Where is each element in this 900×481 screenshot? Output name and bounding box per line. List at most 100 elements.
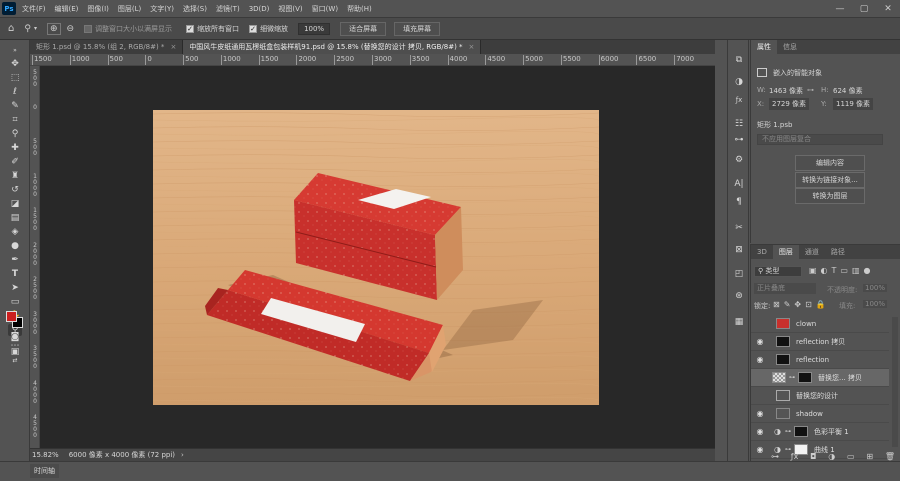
eye-icon[interactable]: ◉ <box>754 337 766 346</box>
character-icon[interactable]: A| <box>732 178 746 190</box>
color-icon[interactable]: ◑ <box>732 76 746 88</box>
fill-value[interactable]: 100% <box>863 300 888 308</box>
x-value[interactable]: 2729 像素 <box>769 98 810 110</box>
document-canvas[interactable] <box>153 110 599 405</box>
menu-edit[interactable]: 编辑(E) <box>55 4 79 14</box>
add-style-icon[interactable]: ƒx <box>791 452 799 461</box>
brush-tool-icon[interactable]: ✐ <box>8 156 22 168</box>
layer-row-color-balance[interactable]: ◉ ◑ ⊶ 色彩平衡 1 <box>751 423 889 441</box>
layer-row-reflection[interactable]: ◉ reflection <box>751 351 889 369</box>
fx-icon[interactable]: ƒx <box>732 94 746 106</box>
brush-preset-icon[interactable]: ⊠ <box>732 244 746 256</box>
menu-3d[interactable]: 3D(D) <box>249 5 270 13</box>
tab-3d[interactable]: 3D <box>751 245 773 259</box>
tools-preset-icon[interactable]: ✂ <box>732 222 746 234</box>
tab-document-1[interactable]: 矩形 1.psd @ 15.8% (组 2, RGB/8#) * × <box>30 40 184 54</box>
close-tab-icon[interactable]: × <box>469 43 475 51</box>
fill-screen-button[interactable]: 填充屏幕 <box>394 21 441 36</box>
quick-mask-icon[interactable]: ◙ <box>8 331 22 343</box>
move-tool-icon[interactable]: ✥ <box>8 58 22 70</box>
zoom-in-icon[interactable]: ⊕ <box>46 22 61 35</box>
tab-properties[interactable]: 属性 <box>751 40 777 54</box>
link-layers-icon[interactable]: ⊶ <box>771 452 779 461</box>
fit-screen-button[interactable]: 适合屏幕 <box>340 21 387 36</box>
paragraph-icon[interactable]: ¶ <box>732 196 746 208</box>
gradient-tool-icon[interactable]: ▤ <box>8 212 22 224</box>
history-icon[interactable]: ⧉ <box>732 54 746 66</box>
edit-contents-button[interactable]: 编辑内容 <box>795 155 865 171</box>
visibility-off-icon[interactable]: ◉ <box>754 391 766 400</box>
menu-filter[interactable]: 滤镜(T) <box>216 4 240 14</box>
zoom-all-checkbox[interactable]: ✓ <box>186 24 195 33</box>
add-mask-icon[interactable]: ◘ <box>810 452 816 461</box>
h-value[interactable]: 624 像素 <box>833 86 863 96</box>
eye-icon[interactable]: ◉ <box>754 445 766 454</box>
sliders-icon[interactable]: ⊶ <box>732 134 746 146</box>
opacity-value[interactable]: 100% <box>863 284 888 292</box>
marquee-tool-icon[interactable]: ⬚ <box>8 72 22 84</box>
minimize-icon[interactable]: — <box>828 0 852 17</box>
close-window-icon[interactable]: ✕ <box>876 0 900 17</box>
new-group-icon[interactable]: ▭ <box>847 452 855 461</box>
blend-mode-select[interactable]: 正片叠底 <box>754 283 816 294</box>
glyph-icon[interactable]: ⊛ <box>732 290 746 302</box>
layer-row-clown[interactable]: ◉ clown <box>751 315 889 333</box>
layer-filter-icons[interactable]: ▣◐T▭▥● <box>809 266 893 277</box>
layer-row-replace-design[interactable]: ◉ 替换您的设计 <box>751 387 889 405</box>
swatches-icon[interactable]: ▦ <box>732 316 746 328</box>
tab-info[interactable]: 信息 <box>777 40 803 54</box>
menu-file[interactable]: 文件(F) <box>22 4 46 14</box>
dodge-tool-icon[interactable]: ● <box>8 240 22 252</box>
layer-row-replace-copy[interactable]: ◉ ⊶ 替换您... 拷贝 <box>751 369 889 387</box>
crop-tool-icon[interactable]: ⌗ <box>8 114 22 126</box>
convert-linked-button[interactable]: 转换为链接对象... <box>795 172 865 188</box>
lock-icons[interactable]: ⊠✎✥⊡🔒 <box>773 300 830 309</box>
timeline-tab[interactable]: 时间轴 <box>30 464 59 478</box>
new-layer-icon[interactable]: ⊞ <box>866 452 873 461</box>
menu-select[interactable]: 选择(S) <box>183 4 207 14</box>
menu-image[interactable]: 图像(I) <box>87 4 109 14</box>
layer-comps-icon[interactable]: ◰ <box>732 268 746 280</box>
tab-layers[interactable]: 图层 <box>772 245 799 259</box>
foreground-color-swatch[interactable] <box>6 311 17 322</box>
collapse-icon[interactable]: » <box>8 44 22 56</box>
visibility-off-icon[interactable]: ◉ <box>754 319 766 328</box>
history-brush-icon[interactable]: ↺ <box>8 184 22 196</box>
status-menu-arrow-icon[interactable]: › <box>181 451 184 459</box>
link-dimensions-icon[interactable]: ⊶ <box>807 86 814 94</box>
quick-select-tool-icon[interactable]: ✎ <box>8 100 22 112</box>
tab-document-2[interactable]: 中国风牛皮纸通用瓦楞纸盒包装样机91.psd @ 15.8% (替换您的设计 拷… <box>183 40 482 54</box>
maximize-icon[interactable]: ▢ <box>852 0 876 17</box>
trash-icon[interactable]: 🗑 <box>885 452 895 461</box>
blur-tool-icon[interactable]: ◈ <box>8 226 22 238</box>
adjustments-icon[interactable]: ☷ <box>732 118 746 130</box>
layer-comp-select[interactable]: 不应用图层复合 <box>757 134 883 145</box>
layers-scrollbar[interactable] <box>892 317 898 447</box>
tab-channels[interactable]: 通道 <box>799 245 825 259</box>
zoom-value-field[interactable]: 100% <box>298 22 331 35</box>
y-value[interactable]: 1119 像素 <box>833 98 874 110</box>
rectangle-tool-icon[interactable]: ▭ <box>8 296 22 308</box>
home-icon[interactable]: ⌂ <box>8 23 14 34</box>
resize-windows-checkbox[interactable] <box>84 24 93 33</box>
eye-icon[interactable]: ◉ <box>754 427 766 436</box>
pen-tool-icon[interactable]: ✒ <box>8 254 22 266</box>
lasso-tool-icon[interactable]: ℓ <box>8 86 22 98</box>
zoom-out-icon[interactable]: ⊖ <box>67 24 75 34</box>
kind-filter-select[interactable]: ⚲ 类型 <box>754 266 802 277</box>
tab-paths[interactable]: 路径 <box>825 245 851 259</box>
zoom-level[interactable]: 15.82% <box>32 451 59 459</box>
layer-row-reflection-copy[interactable]: ◉ reflection 拷贝 <box>751 333 889 351</box>
w-value[interactable]: 1463 像素 <box>769 86 803 96</box>
menu-layer[interactable]: 图层(L) <box>118 4 141 14</box>
eyedropper-tool-icon[interactable]: ⚲ <box>8 128 22 140</box>
menu-help[interactable]: 帮助(H) <box>347 4 372 14</box>
eye-icon[interactable]: ◉ <box>754 409 766 418</box>
visibility-off-icon[interactable]: ◉ <box>754 373 766 382</box>
close-tab-icon[interactable]: × <box>170 43 176 51</box>
layer-row-shadow[interactable]: ◉ shadow <box>751 405 889 423</box>
scrubby-zoom-checkbox[interactable]: ✓ <box>249 24 258 33</box>
chevron-down-icon[interactable]: ▾ <box>34 25 37 32</box>
convert-layers-button[interactable]: 转换为图层 <box>795 188 865 204</box>
new-adjustment-icon[interactable]: ◑ <box>828 452 835 461</box>
